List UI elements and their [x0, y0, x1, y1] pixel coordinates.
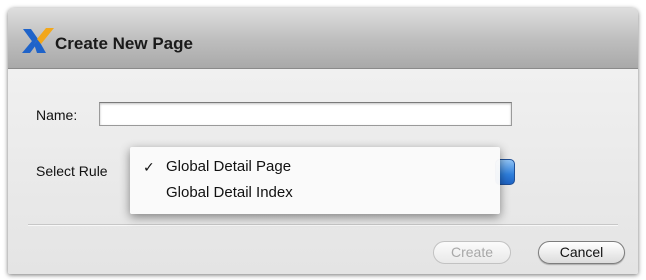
- name-input[interactable]: [99, 102, 512, 126]
- menu-item-label: Global Detail Page: [166, 158, 292, 175]
- menu-item-global-detail-index[interactable]: Global Detail Index: [130, 182, 500, 206]
- name-label: Name:: [36, 107, 78, 123]
- cancel-button[interactable]: Cancel: [538, 241, 625, 264]
- menu-item-global-detail-page[interactable]: ✓ Global Detail Page: [130, 156, 500, 180]
- dialog-titlebar: Create New Page: [8, 8, 638, 69]
- checkmark-icon: ✓: [143, 160, 155, 176]
- rule-select-menu: ✓ Global Detail Page Global Detail Index: [130, 147, 500, 214]
- separator: [28, 224, 618, 226]
- create-button[interactable]: Create: [433, 241, 511, 264]
- select-rule-label: Select Rule: [36, 163, 108, 179]
- dialog-title: Create New Page: [55, 34, 193, 53]
- create-page-dialog: Create New Page Name: Select Rule Create…: [8, 8, 638, 274]
- menu-item-label: Global Detail Index: [166, 184, 293, 201]
- app-x-logo-icon: [22, 28, 54, 53]
